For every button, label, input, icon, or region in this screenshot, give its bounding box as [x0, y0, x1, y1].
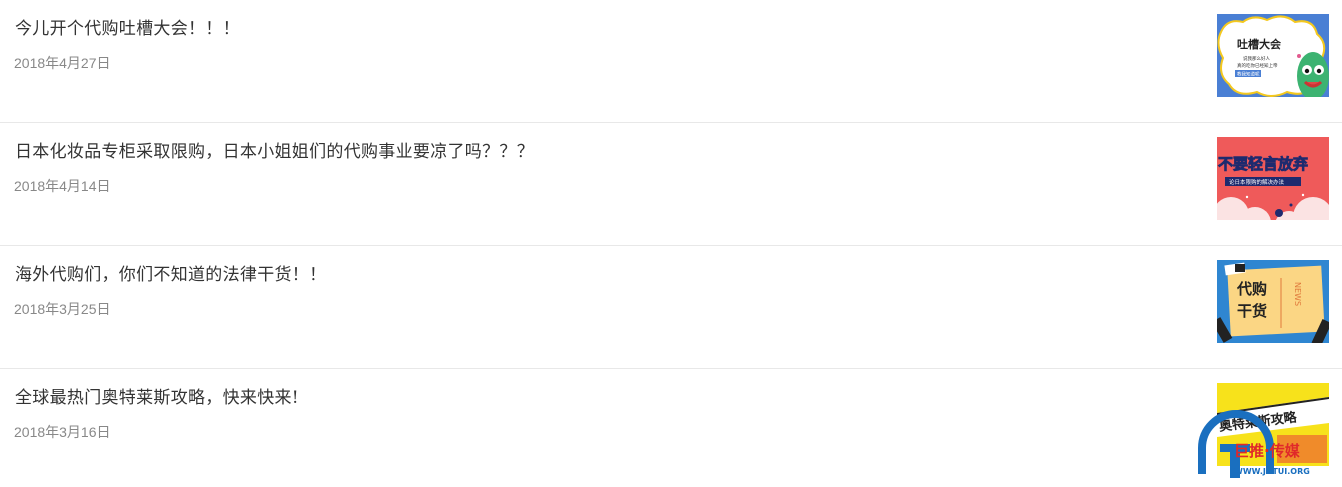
- article-thumbnail[interactable]: 奥特莱斯攻略: [1217, 383, 1329, 466]
- article-date: 2018年4月14日: [14, 178, 111, 194]
- article-date: 2018年4月27日: [14, 55, 111, 71]
- thumb-line-text: 说我那么好人: [1243, 55, 1270, 62]
- article-thumbnail[interactable]: 吐槽大会 说我那么好人 真的吃你已经知上帝 教我知道呢: [1217, 14, 1329, 97]
- article-title[interactable]: 日本化妆品专柜采取限购，日本小姐姐们的代购事业要凉了吗？？？: [15, 137, 534, 162]
- article-date: 2018年3月25日: [14, 301, 111, 317]
- thumb-title-text: 代购: [1236, 280, 1267, 298]
- thumb-side-text: NEWS: [1293, 282, 1302, 306]
- thumb-line-text: 真的吃你已经知上帝: [1237, 62, 1278, 69]
- article-date: 2018年3月16日: [14, 424, 111, 440]
- article-title[interactable]: 全球最热门奥特莱斯攻略，快来快来!: [15, 383, 299, 408]
- thumb-subtitle-text: 论日本限购的解决办法: [1229, 178, 1285, 186]
- thumb-title-text: 干货: [1237, 302, 1267, 320]
- article-thumbnail[interactable]: 代购 干货 NEWS: [1217, 260, 1329, 343]
- list-item[interactable]: 全球最热门奥特莱斯攻略，快来快来! 2018年3月16日 奥特莱斯攻略: [0, 369, 1342, 487]
- thumbnail-image: 代购 干货 NEWS: [1217, 260, 1329, 343]
- article-list: 今儿开个代购吐槽大会！！！ 2018年4月27日 吐槽大会 说我那么好人 真的吃…: [0, 0, 1342, 487]
- thumb-title-text: 吐槽大会: [1237, 37, 1282, 51]
- thumb-title-text: 不要轻言放弃: [1218, 155, 1308, 173]
- article-title[interactable]: 海外代购们，你们不知道的法律干货！！: [15, 260, 326, 285]
- list-item[interactable]: 海外代购们，你们不知道的法律干货！！ 2018年3月25日 代购 干货 NEWS: [0, 246, 1342, 369]
- thumbnail-image: 吐槽大会 说我那么好人 真的吃你已经知上帝 教我知道呢: [1217, 14, 1329, 97]
- list-item[interactable]: 日本化妆品专柜采取限购，日本小姐姐们的代购事业要凉了吗？？？ 2018年4月14…: [0, 123, 1342, 246]
- thumbnail-image: 不要轻言放弃 论日本限购的解决办法: [1217, 137, 1329, 220]
- article-title[interactable]: 今儿开个代购吐槽大会！！！: [15, 14, 240, 39]
- thumbnail-image: 奥特莱斯攻略: [1217, 383, 1329, 466]
- list-item[interactable]: 今儿开个代购吐槽大会！！！ 2018年4月27日 吐槽大会 说我那么好人 真的吃…: [0, 0, 1342, 123]
- article-thumbnail[interactable]: 不要轻言放弃 论日本限购的解决办法: [1217, 137, 1329, 220]
- thumb-tag-text: 教我知道呢: [1237, 71, 1260, 78]
